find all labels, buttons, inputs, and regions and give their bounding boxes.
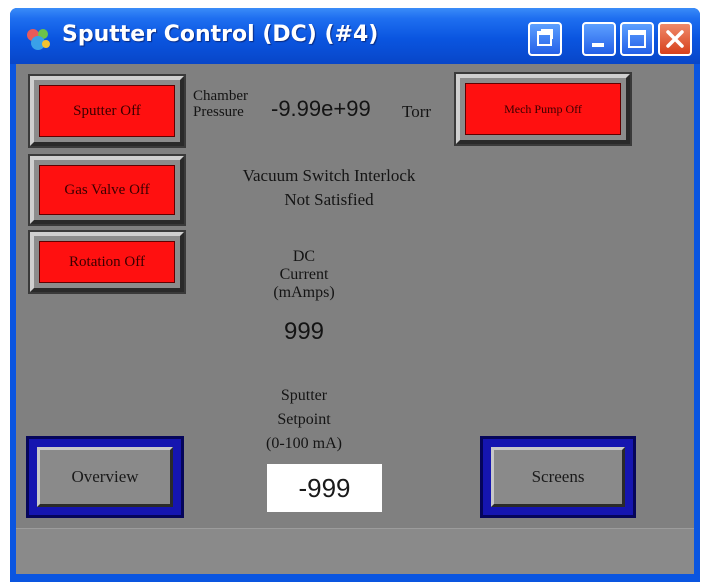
interlock-status: Vacuum Switch Interlock Not Satisfied xyxy=(196,164,462,212)
gas-valve-toggle-button[interactable]: Gas Valve Off xyxy=(28,154,186,226)
setpoint-label-line1: Sputter xyxy=(280,387,328,404)
mech-pump-toggle-label: Mech Pump Off xyxy=(465,83,621,135)
screens-button-label: Screens xyxy=(491,447,625,507)
dc-current-label: DC Current (mAmps) xyxy=(254,248,354,302)
overview-button[interactable]: Overview xyxy=(26,436,184,518)
dc-current-label-line3: (mAmps) xyxy=(273,284,335,301)
pressure-label-line1: Chamber xyxy=(193,88,248,104)
sputter-toggle-label: Sputter Off xyxy=(39,85,175,137)
chamber-pressure-label: Chamber Pressure xyxy=(193,88,248,120)
mech-pump-toggle-button[interactable]: Mech Pump Off xyxy=(454,72,632,146)
window-frame-bottom xyxy=(10,574,700,582)
rotation-toggle-label: Rotation Off xyxy=(39,241,175,283)
interlock-status-line1: Vacuum Switch Interlock xyxy=(242,166,416,185)
sputter-toggle-button[interactable]: Sputter Off xyxy=(28,74,186,148)
rotation-toggle-button[interactable]: Rotation Off xyxy=(28,230,186,294)
sputter-setpoint-input[interactable]: -999 xyxy=(267,464,382,512)
window-title: Sputter Control (DC) (#4) xyxy=(62,22,379,47)
close-icon[interactable] xyxy=(658,22,692,56)
overview-button-label: Overview xyxy=(37,447,173,507)
screens-button[interactable]: Screens xyxy=(480,436,636,518)
minimize-icon[interactable] xyxy=(582,22,616,56)
dc-current-label-line2: Current xyxy=(279,266,329,283)
sputter-setpoint-label: Sputter Setpoint (0-100 mA) xyxy=(244,384,364,456)
title-bar[interactable]: Sputter Control (DC) (#4) xyxy=(10,8,700,64)
chamber-pressure-unit: Torr xyxy=(402,102,432,121)
dc-current-label-line1: DC xyxy=(292,248,316,265)
pressure-label-line2: Pressure xyxy=(193,104,244,120)
maximize-icon[interactable] xyxy=(620,22,654,56)
setpoint-label-line2: Setpoint xyxy=(277,411,331,428)
interlock-status-line2: Not Satisfied xyxy=(284,190,374,209)
restore-window-icon[interactable] xyxy=(528,22,562,56)
chamber-pressure-value: -9.99e+99 xyxy=(271,96,371,121)
status-strip xyxy=(16,528,694,575)
gas-valve-toggle-label: Gas Valve Off xyxy=(39,165,175,215)
dc-current-value: 999 xyxy=(283,318,325,345)
app-icon xyxy=(27,29,50,50)
setpoint-label-line3: (0-100 mA) xyxy=(266,435,342,452)
